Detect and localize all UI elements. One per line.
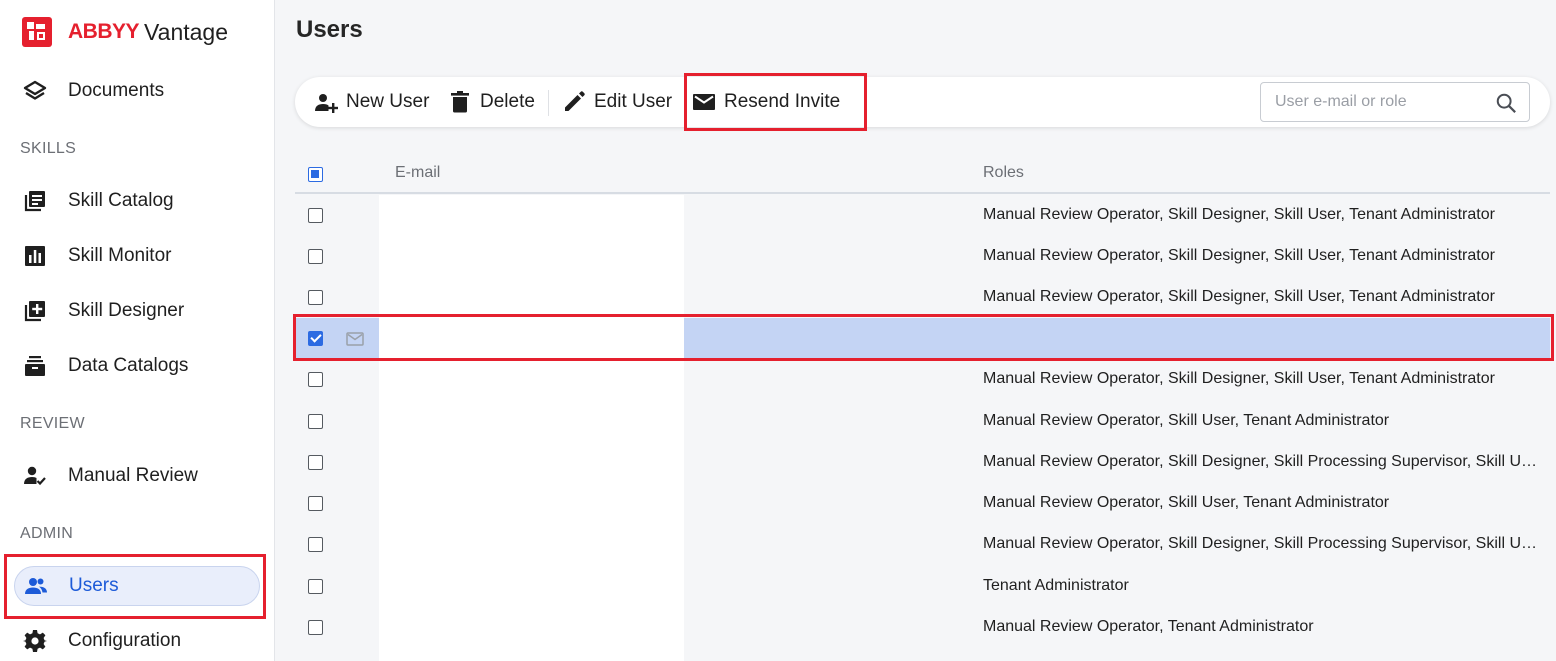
trash-icon <box>448 90 472 114</box>
roles-cell: Manual Review Operator, Skill User, Tena… <box>983 494 1390 511</box>
sidebar-item-label: Documents <box>68 80 165 101</box>
resend-invite-label: Resend Invite <box>724 91 841 112</box>
roles-cell: Manual Review Operator, Skill Designer, … <box>983 453 1543 470</box>
product-name: Vantage <box>144 18 228 45</box>
email-cell <box>379 607 684 648</box>
catalog-icon <box>22 188 48 214</box>
sidebar-item-label: Manual Review <box>68 465 198 486</box>
email-cell <box>379 566 684 607</box>
app-logo[interactable]: ABBYY Vantage <box>22 16 228 48</box>
sidebar-item-skill-catalog[interactable]: Skill Catalog <box>14 181 260 221</box>
section-admin: ADMIN <box>20 525 74 542</box>
row-checkbox[interactable] <box>308 537 323 552</box>
abbyy-logo-icon <box>22 17 52 47</box>
search-box[interactable] <box>1260 82 1530 122</box>
roles-cell: Manual Review Operator, Skill Designer, … <box>983 370 1495 387</box>
row-checkbox[interactable] <box>308 414 323 429</box>
row-checkbox[interactable] <box>308 496 323 511</box>
table-row[interactable]: Manual Review Operator, Skill Designer, … <box>295 442 1550 483</box>
row-checkbox[interactable] <box>308 455 323 470</box>
search-icon[interactable] <box>1495 92 1517 114</box>
sidebar-item-label: Data Catalogs <box>68 355 189 376</box>
person-add-icon <box>314 90 338 114</box>
roles-cell: Manual Review Operator, Skill Designer, … <box>983 247 1495 264</box>
sidebar-item-skill-designer[interactable]: Skill Designer <box>14 291 260 331</box>
sidebar-item-manual-review[interactable]: Manual Review <box>14 456 260 496</box>
table-row[interactable]: Manual Review Operator, Skill Designer, … <box>295 359 1550 400</box>
delete-button[interactable]: Delete <box>448 77 535 127</box>
roles-cell: Manual Review Operator, Tenant Administr… <box>983 618 1314 635</box>
gear-icon <box>22 628 48 654</box>
table-header: E-mail Roles <box>295 154 1550 194</box>
search-input[interactable] <box>1261 83 1486 121</box>
sidebar-item-users[interactable]: Users <box>14 566 260 606</box>
sidebar-item-label: Skill Designer <box>68 300 185 321</box>
email-cell <box>379 277 684 318</box>
select-all-checkbox[interactable] <box>308 167 323 182</box>
sidebar-item-data-catalogs[interactable]: Data Catalogs <box>14 346 260 386</box>
sidebar-item-label: Skill Catalog <box>68 190 174 211</box>
sidebar-item-skill-monitor[interactable]: Skill Monitor <box>14 236 260 276</box>
sidebar-item-documents[interactable]: Documents <box>14 71 260 111</box>
edit-user-button[interactable]: Edit User <box>562 77 672 127</box>
email-cell <box>379 195 684 236</box>
roles-cell: Manual Review Operator, Skill Designer, … <box>983 206 1495 223</box>
row-checkbox[interactable] <box>308 372 323 387</box>
archive-icon <box>22 353 48 379</box>
users-icon <box>23 573 49 599</box>
layers-icon <box>22 78 48 104</box>
table-row[interactable]: Manual Review Operator, Skill User, Tena… <box>295 483 1550 524</box>
bar-chart-icon <box>22 243 48 269</box>
table-row[interactable]: Manual Review Operator, Skill Designer, … <box>295 236 1550 277</box>
roles-cell: Manual Review Operator, Skill Designer, … <box>983 288 1495 305</box>
email-cell <box>379 318 684 359</box>
roles-cell: Tenant Administrator <box>983 577 1129 594</box>
table-row[interactable]: Tenant Administrator <box>295 566 1550 607</box>
column-header-email[interactable]: E-mail <box>395 164 440 182</box>
table-row[interactable]: Manual Review Operator, Tenant Administr… <box>295 607 1550 648</box>
sidebar-item-label: Configuration <box>68 630 182 651</box>
table-row[interactable]: Manual Review Operator, Skill Designer, … <box>295 195 1550 236</box>
row-checkbox[interactable] <box>308 620 323 635</box>
email-cell <box>379 359 684 400</box>
column-header-roles[interactable]: Roles <box>983 164 1024 182</box>
page-title: Users <box>296 16 363 43</box>
resend-invite-button[interactable]: Resend Invite <box>692 77 840 127</box>
invite-pending-icon <box>346 332 364 346</box>
edit-user-label: Edit User <box>594 91 673 112</box>
new-user-label: New User <box>346 91 430 112</box>
email-cell <box>379 442 684 483</box>
email-cell <box>379 401 684 442</box>
section-review: REVIEW <box>20 415 85 432</box>
email-cell <box>379 483 684 524</box>
sidebar: ABBYY Vantage Documents SKILLS Skill Cat… <box>0 0 275 661</box>
roles-cell: Manual Review Operator, Skill User, Tena… <box>983 412 1390 429</box>
add-box-icon <box>22 298 48 324</box>
sidebar-item-label: Skill Monitor <box>68 245 172 266</box>
table-row-selected[interactable] <box>295 318 1550 359</box>
sidebar-item-configuration[interactable]: Configuration <box>14 621 260 661</box>
row-checkbox[interactable] <box>308 290 323 305</box>
table-row[interactable]: Manual Review Operator, Skill User, Tena… <box>295 401 1550 442</box>
table-row[interactable]: Manual Review Operator, Skill Designer, … <box>295 277 1550 318</box>
email-cell <box>379 236 684 277</box>
toolbar: New User Delete Edit User Resend Invite <box>295 77 1550 127</box>
row-checkbox[interactable] <box>308 331 323 346</box>
roles-cell: Manual Review Operator, Skill Designer, … <box>983 535 1543 552</box>
toolbar-separator <box>548 90 549 116</box>
email-cell <box>379 524 684 565</box>
section-skills: SKILLS <box>20 140 77 157</box>
delete-label: Delete <box>480 91 535 112</box>
person-check-icon <box>22 463 48 489</box>
sidebar-item-label: Users <box>69 575 119 596</box>
pencil-icon <box>562 90 586 114</box>
envelope-icon <box>692 90 716 114</box>
row-checkbox[interactable] <box>308 579 323 594</box>
table-row[interactable]: Manual Review Operator, Skill Designer, … <box>295 524 1550 565</box>
brand-name: ABBYY <box>68 20 140 43</box>
row-checkbox[interactable] <box>308 208 323 223</box>
row-checkbox[interactable] <box>308 249 323 264</box>
new-user-button[interactable]: New User <box>314 77 429 127</box>
